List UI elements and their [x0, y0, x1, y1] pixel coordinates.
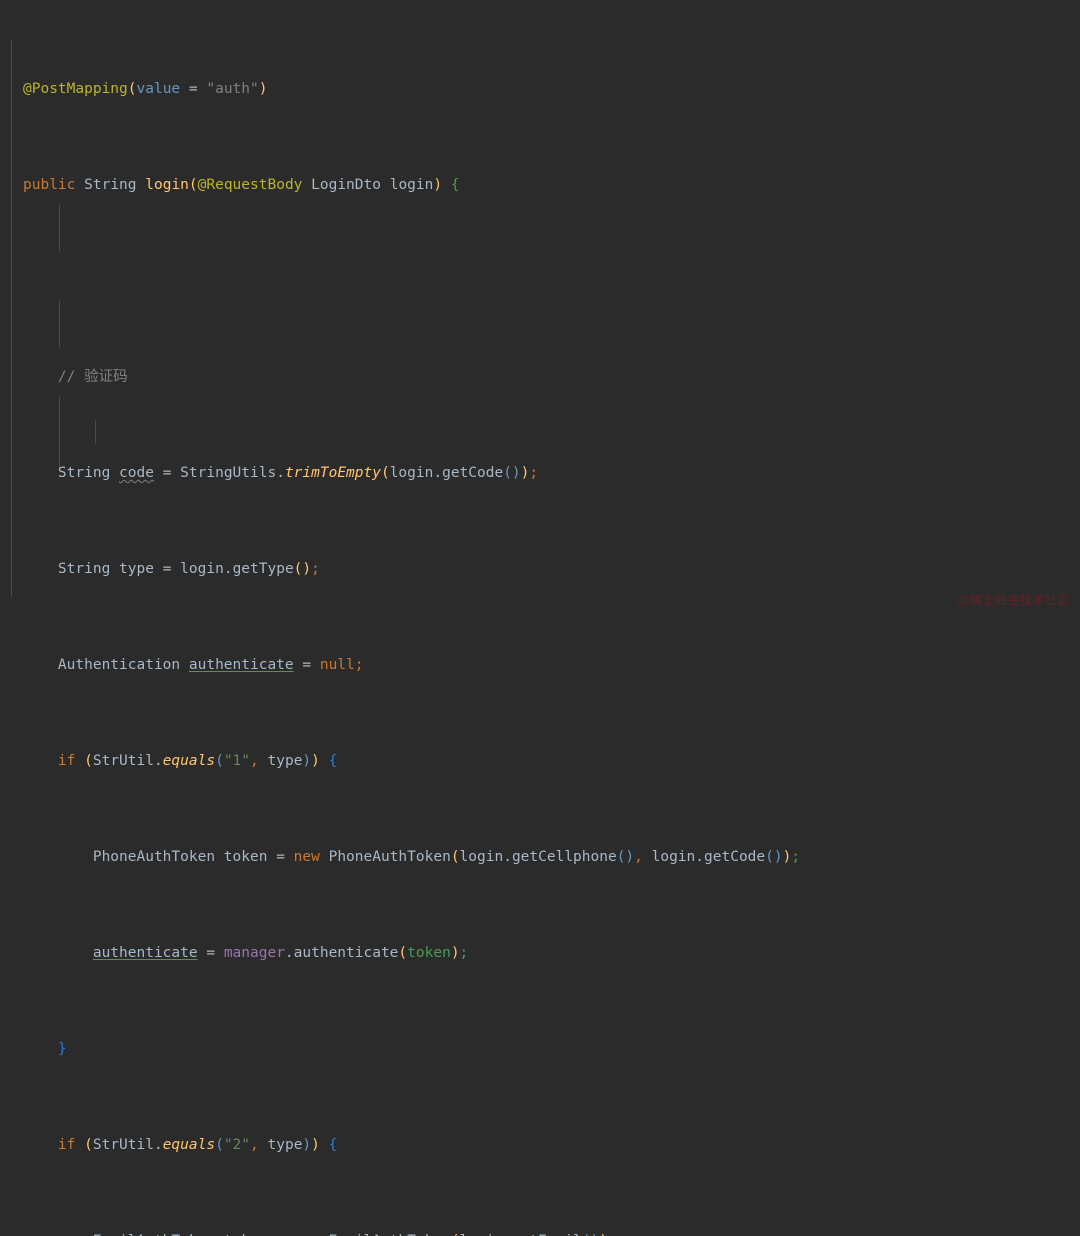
equals: =	[180, 81, 207, 97]
param-type: type	[267, 1137, 303, 1153]
code-line-8[interactable]: if (StrUtil.equals("1", type)) {	[0, 749, 1080, 773]
type-logindto: LoginDto	[311, 177, 381, 193]
annotation-postmapping: @PostMapping	[23, 81, 128, 97]
code-line-1[interactable]: @PostMapping(value = "auth")	[0, 77, 1080, 101]
arg-login: login	[389, 465, 434, 481]
semicolon: ;	[529, 465, 539, 481]
keyword-if: if	[57, 1137, 76, 1153]
method-getcode: getCode	[704, 849, 766, 865]
var-authenticate: authenticate	[92, 945, 198, 961]
class-strutil: StrUtil	[92, 753, 154, 769]
string-auth: "auth"	[206, 81, 259, 97]
code-lines[interactable]: @PostMapping(value = "auth") public Stri…	[0, 5, 1080, 1236]
type-phoneauthtoken: PhoneAuthToken	[92, 849, 216, 865]
var-token: token	[223, 849, 268, 865]
equals: =	[162, 561, 172, 577]
code-line-12[interactable]: if (StrUtil.equals("2", type)) {	[0, 1133, 1080, 1157]
code-editor[interactable]: @PostMapping(value = "auth") public Stri…	[0, 0, 1080, 1236]
type-string: String	[84, 177, 137, 193]
code-line-13[interactable]: EmailAuthToken token = new EmailAuthToke…	[0, 1229, 1080, 1236]
ctor-phoneauthtoken: PhoneAuthToken	[328, 849, 451, 865]
param-type: type	[267, 753, 303, 769]
param-login: login	[389, 177, 434, 193]
code-line-5[interactable]: String code = StringUtils.trimToEmpty(lo…	[0, 461, 1080, 485]
code-line-10[interactable]: authenticate = manager.authenticate(toke…	[0, 941, 1080, 965]
code-line-6[interactable]: String type = login.getType();	[0, 557, 1080, 581]
type-emailauthtoken: EmailAuthToken	[93, 1233, 215, 1236]
attr-value: value	[136, 81, 181, 97]
watermark: @稀土掘金技术社区	[957, 593, 1070, 607]
obj-login: login	[459, 849, 504, 865]
paren-open: (	[127, 81, 137, 97]
class-strutil: StrUtil	[92, 1137, 154, 1153]
ctor-emailauthtoken: EmailAuthToken	[329, 1233, 451, 1236]
method-getcellphone: getCellphone	[511, 849, 617, 865]
string-2: "2"	[223, 1137, 251, 1153]
code-line-7[interactable]: Authentication authenticate = null;	[0, 653, 1080, 677]
var-code: code	[119, 465, 154, 481]
method-getemail: getEmail	[512, 1233, 582, 1236]
method-getcode: getCode	[442, 465, 504, 481]
class-stringutils: StringUtils	[180, 465, 277, 481]
keyword-null: null	[319, 657, 355, 673]
method-authenticate: authenticate	[293, 945, 399, 961]
code-line-3-blank[interactable]	[0, 269, 1080, 293]
keyword-new: new	[294, 1233, 320, 1236]
obj-login: login	[651, 849, 696, 865]
method-login: login	[145, 177, 189, 193]
var-type: type	[119, 561, 154, 577]
paren-close: )	[433, 177, 443, 193]
method-gettype: getType	[232, 561, 294, 577]
type-string: String	[57, 561, 111, 577]
field-manager: manager	[223, 945, 285, 961]
type-authentication: Authentication	[57, 657, 181, 673]
var-token: token	[224, 1233, 268, 1236]
brace-open: {	[450, 177, 460, 193]
string-1: "1"	[223, 753, 251, 769]
semicolon: ;	[311, 561, 320, 577]
comment-verification-code: // 验证码	[57, 369, 128, 385]
brace-close: }	[57, 1041, 67, 1057]
var-authenticate: authenticate	[188, 657, 294, 673]
obj-login: login	[180, 561, 224, 577]
type-string: String	[57, 465, 111, 481]
code-line-9[interactable]: PhoneAuthToken token = new PhoneAuthToke…	[0, 845, 1080, 869]
obj-login: login	[460, 1233, 504, 1236]
annotation-requestbody: @RequestBody	[197, 177, 303, 193]
method-trimtoempty: trimToEmpty	[284, 465, 381, 481]
semicolon: ;	[354, 657, 364, 673]
equals: =	[302, 657, 312, 673]
code-line-2[interactable]: public String login(@RequestBody LoginDt…	[0, 173, 1080, 197]
paren-open: (	[188, 177, 198, 193]
keyword-new: new	[293, 849, 320, 865]
code-line-11[interactable]: }	[0, 1037, 1080, 1061]
method-equals: equals	[162, 1137, 216, 1153]
arg-token: token	[407, 945, 451, 961]
code-line-4[interactable]: // 验证码	[0, 365, 1080, 389]
keyword-if: if	[57, 753, 76, 769]
method-equals: equals	[162, 753, 216, 769]
equals: =	[162, 465, 172, 481]
paren-close: )	[258, 81, 268, 97]
keyword-public: public	[23, 177, 76, 193]
